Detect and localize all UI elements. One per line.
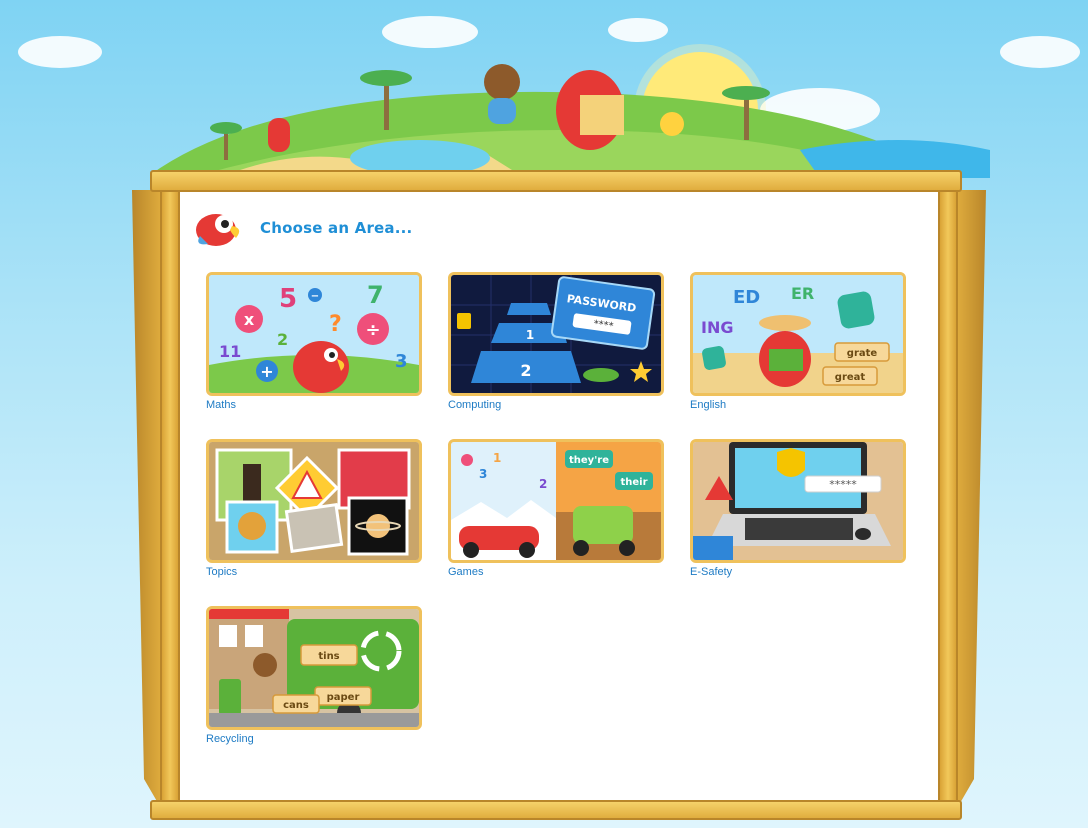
computing-step: 1 — [526, 328, 534, 342]
area-label[interactable]: Topics — [206, 566, 422, 578]
area-tile-english[interactable]: ED ER ING grate great English — [690, 272, 906, 411]
english-word: ER — [791, 284, 814, 303]
maths-op: ÷ — [365, 320, 380, 341]
games-thumbnail[interactable]: 3 1 2 they're their — [448, 439, 664, 563]
frame-beam-top — [150, 170, 962, 192]
maths-illustration: x ÷ + − 5 7 2 3 11 ? — [209, 275, 419, 393]
english-word: ED — [733, 287, 760, 308]
english-thumbnail[interactable]: ED ER ING grate great — [690, 272, 906, 396]
esafety-thumbnail[interactable]: ***** — [690, 439, 906, 563]
maths-number: 2 — [277, 330, 288, 349]
maths-number: ? — [329, 312, 342, 337]
topics-illustration — [209, 442, 419, 560]
games-illustration: 3 1 2 they're their — [451, 442, 661, 560]
area-label[interactable]: Maths — [206, 399, 422, 411]
recycling-word: cans — [283, 700, 309, 711]
topics-thumbnail[interactable] — [206, 439, 422, 563]
frame-beam-bottom — [150, 800, 962, 820]
computing-illustration: 2 1 PASSWORD **** — [451, 275, 661, 393]
maths-op: − — [311, 291, 319, 302]
page-title: Choose an Area... — [260, 219, 413, 237]
maths-number: 11 — [219, 342, 241, 361]
games-number: 1 — [493, 451, 501, 465]
area-tile-topics[interactable]: Topics — [206, 439, 422, 578]
maths-number: 3 — [395, 351, 408, 372]
area-label[interactable]: Recycling — [206, 733, 422, 745]
content-panel: Choose an Area... x ÷ + − 5 7 2 3 11 ? M… — [180, 192, 938, 800]
games-word: their — [620, 477, 647, 488]
computing-thumbnail[interactable]: 2 1 PASSWORD **** — [448, 272, 664, 396]
maths-thumbnail[interactable]: x ÷ + − 5 7 2 3 11 ? — [206, 272, 422, 396]
recycling-word: paper — [327, 692, 360, 703]
ball — [660, 112, 684, 136]
monkey-body — [488, 98, 516, 124]
maths-op: + — [260, 362, 273, 381]
cloud — [1000, 36, 1080, 68]
area-tile-esafety[interactable]: ***** E-Safety — [690, 439, 906, 578]
esafety-illustration: ***** — [693, 442, 903, 560]
app-scene: Choose an Area... x ÷ + − 5 7 2 3 11 ? M… — [0, 0, 1088, 828]
area-label[interactable]: English — [690, 399, 906, 411]
maths-op: x — [244, 310, 255, 329]
cloud — [382, 16, 478, 48]
section-header: Choose an Area... — [194, 206, 412, 250]
computing-step: 2 — [520, 361, 531, 380]
games-number: 2 — [539, 477, 547, 491]
cloud — [18, 36, 102, 68]
english-word: grate — [847, 348, 878, 359]
area-tile-maths[interactable]: x ÷ + − 5 7 2 3 11 ? Maths — [206, 272, 422, 411]
area-label[interactable]: Games — [448, 566, 664, 578]
rocket — [268, 118, 290, 152]
frame-post-left — [160, 178, 180, 818]
recycling-word: tins — [318, 651, 339, 662]
english-word: great — [835, 372, 866, 383]
area-label[interactable]: E-Safety — [690, 566, 906, 578]
english-illustration: ED ER ING grate great — [693, 275, 903, 393]
recycling-illustration: tins paper cans — [209, 609, 419, 727]
area-tile-games[interactable]: 3 1 2 they're their Games — [448, 439, 664, 578]
frame-edge-right — [956, 190, 986, 810]
games-word: they're — [569, 455, 609, 466]
english-word: ING — [701, 318, 733, 337]
frame-post-right — [938, 178, 958, 818]
area-tile-recycling[interactable]: tins paper cans Recycling — [206, 606, 422, 745]
area-tile-computing[interactable]: 2 1 PASSWORD **** Computing — [448, 272, 664, 411]
games-number: 3 — [479, 467, 487, 481]
esafety-password: ***** — [829, 478, 857, 491]
cloud — [608, 18, 668, 42]
monkey — [484, 64, 520, 100]
parrot-logo-icon — [196, 214, 240, 246]
maths-number: 5 — [279, 284, 297, 314]
maths-number: 7 — [367, 281, 384, 309]
area-label[interactable]: Computing — [448, 399, 664, 411]
recycling-thumbnail[interactable]: tins paper cans — [206, 606, 422, 730]
frame-edge-left — [132, 190, 162, 810]
parrot-map — [580, 95, 624, 135]
